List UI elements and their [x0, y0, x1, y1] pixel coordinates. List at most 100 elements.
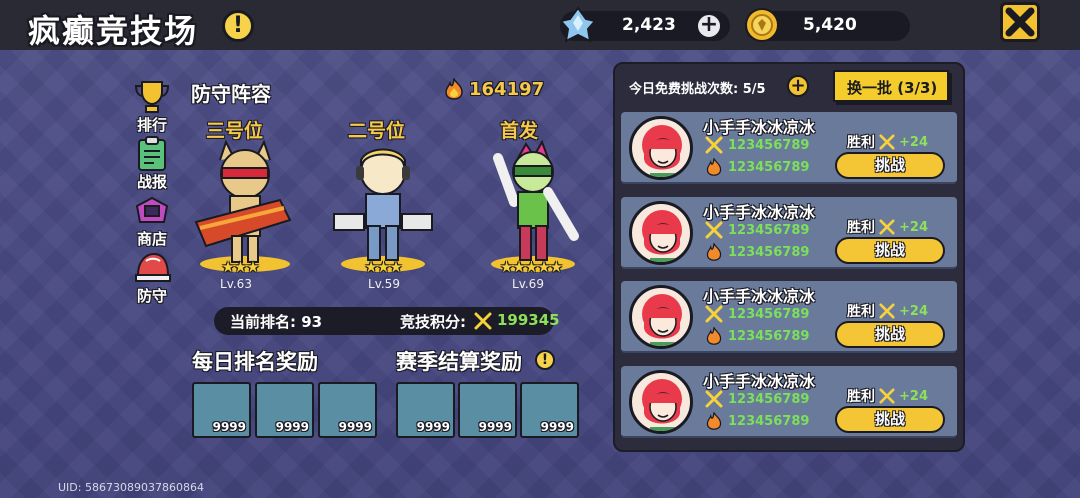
daily-reward-item[interactable]: 9999 — [318, 382, 377, 438]
page-title: 疯癫竞技场 — [28, 12, 199, 50]
nav-battle-report[interactable]: 战报 — [128, 135, 176, 192]
win-reward: 胜利 +24 — [847, 386, 928, 406]
opponent-attack-value: 123456789 — [728, 391, 810, 407]
current-rank: 当前排名: 93 — [230, 313, 323, 331]
crossed-swords-icon — [879, 303, 895, 319]
opponent-card: 小手手冰冰凉冰 123456789 123456789 胜利 +24 挑战 — [621, 366, 957, 438]
win-label: 胜利 — [847, 220, 875, 236]
daily-reward-item[interactable]: 9999 — [255, 382, 314, 438]
add-challenges-button[interactable]: + — [787, 75, 809, 97]
opponent-name: 小手手冰冰凉冰 — [703, 118, 816, 137]
opponent-power: 123456789 — [705, 243, 809, 261]
crossed-swords-icon — [879, 219, 895, 235]
nav-ranking[interactable]: 排行 — [128, 78, 176, 135]
reward-count: 9999 — [540, 420, 574, 434]
team-power: 164197 — [443, 78, 544, 100]
opponent-attack-value: 123456789 — [728, 222, 810, 238]
avatar-portrait-icon — [642, 210, 682, 262]
nav-shop[interactable]: 商店 — [128, 192, 176, 249]
hero-stars: ★★★ — [364, 258, 402, 276]
team-power-value: 164197 — [469, 78, 545, 100]
challenge-button[interactable]: 挑战 — [835, 406, 945, 433]
hero-stars: ★★★★★ — [499, 258, 563, 276]
daily-reward-title: 每日排名奖励 — [192, 350, 318, 374]
challenge-button[interactable]: 挑战 — [835, 152, 945, 179]
challenge-button-label: 挑战 — [874, 241, 905, 259]
reward-count: 9999 — [212, 420, 246, 434]
season-reward-item[interactable]: 9999 — [396, 382, 455, 438]
win-label: 胜利 — [847, 135, 875, 151]
user-id: UID: 58673089037860864 — [58, 481, 204, 494]
flame-icon — [706, 243, 722, 261]
refresh-label: 换一批 (3/3) — [847, 79, 938, 97]
opponent-avatar[interactable] — [629, 116, 693, 180]
win-label: 胜利 — [847, 389, 875, 405]
avatar-portrait-icon — [642, 379, 682, 431]
crossed-swords-icon — [879, 134, 895, 150]
arena-score-label: 竞技积分: — [400, 313, 466, 331]
reward-count: 9999 — [416, 420, 450, 434]
free-challenges-text: 今日免费挑战次数: 5/5 — [629, 82, 766, 97]
add-gems-button[interactable]: + — [696, 13, 722, 39]
season-reward-item[interactable]: 9999 — [458, 382, 517, 438]
helmet-icon — [135, 252, 171, 282]
crossed-swords-icon — [705, 390, 723, 408]
opponent-avatar[interactable] — [629, 201, 693, 265]
avatar-portrait-icon — [642, 294, 682, 346]
defense-title: 防守阵容 — [191, 82, 271, 106]
crossed-swords-icon — [474, 312, 492, 330]
info-icon[interactable]: ! — [222, 10, 254, 42]
challenge-button[interactable]: 挑战 — [835, 237, 945, 264]
opponent-power-value: 123456789 — [728, 159, 810, 175]
hero-level: Lv.69 — [512, 277, 544, 291]
opponent-attack-value: 123456789 — [728, 306, 810, 322]
close-button[interactable] — [1000, 2, 1040, 42]
season-reward-title: 赛季结算奖励 — [396, 350, 522, 374]
opponent-name: 小手手冰冰凉冰 — [703, 287, 816, 306]
clipboard-icon — [138, 136, 166, 171]
challenge-button[interactable]: 挑战 — [835, 321, 945, 348]
opponent-avatar[interactable] — [629, 285, 693, 349]
opponent-attack: 123456789 — [705, 136, 809, 154]
season-info-icon[interactable]: ! — [535, 350, 555, 370]
opponent-card: 小手手冰冰凉冰 123456789 123456789 胜利 +24 挑战 — [621, 281, 957, 353]
opponent-attack: 123456789 — [705, 221, 809, 239]
trophy-icon — [134, 81, 170, 113]
win-reward: 胜利 +24 — [847, 301, 928, 321]
coin-counter: 5,420 — [745, 8, 910, 42]
win-label: 胜利 — [847, 304, 875, 320]
challenge-button-label: 挑战 — [874, 325, 905, 343]
challenge-button-label: 挑战 — [874, 156, 905, 174]
flame-icon — [445, 78, 463, 100]
win-points: +24 — [899, 388, 928, 404]
hero-stars: ★★★ — [221, 258, 259, 276]
win-points: +24 — [899, 303, 928, 319]
shop-icon — [135, 196, 169, 223]
daily-reward-item[interactable]: 9999 — [192, 382, 251, 438]
flame-icon — [706, 412, 722, 430]
coin-icon — [745, 8, 779, 42]
gem-icon — [559, 6, 597, 43]
win-points: +24 — [899, 134, 928, 150]
nav-label: 防守 — [136, 287, 167, 305]
nav-label: 排行 — [136, 116, 167, 134]
opponent-card: 小手手冰冰凉冰 123456789 123456789 胜利 +24 挑战 — [621, 197, 957, 269]
flame-icon — [706, 158, 722, 176]
season-reward-item[interactable]: 9999 — [520, 382, 579, 438]
flame-icon — [706, 327, 722, 345]
win-reward: 胜利 +24 — [847, 217, 928, 237]
crossed-swords-icon — [705, 221, 723, 239]
opponent-power: 123456789 — [705, 327, 809, 345]
opponent-name: 小手手冰冰凉冰 — [703, 203, 816, 222]
nav-defense[interactable]: 防守 — [128, 249, 176, 306]
reward-count: 9999 — [338, 420, 372, 434]
refresh-opponents-button[interactable]: 换一批 (3/3) — [833, 70, 949, 102]
win-points: +24 — [899, 219, 928, 235]
close-icon — [1005, 7, 1035, 37]
hero-level: Lv.63 — [220, 277, 252, 291]
crossed-swords-icon — [705, 305, 723, 323]
opponent-attack: 123456789 — [705, 390, 809, 408]
opponent-power-value: 123456789 — [728, 413, 810, 429]
opponent-avatar[interactable] — [629, 370, 693, 434]
hero-level: Lv.59 — [368, 277, 400, 291]
